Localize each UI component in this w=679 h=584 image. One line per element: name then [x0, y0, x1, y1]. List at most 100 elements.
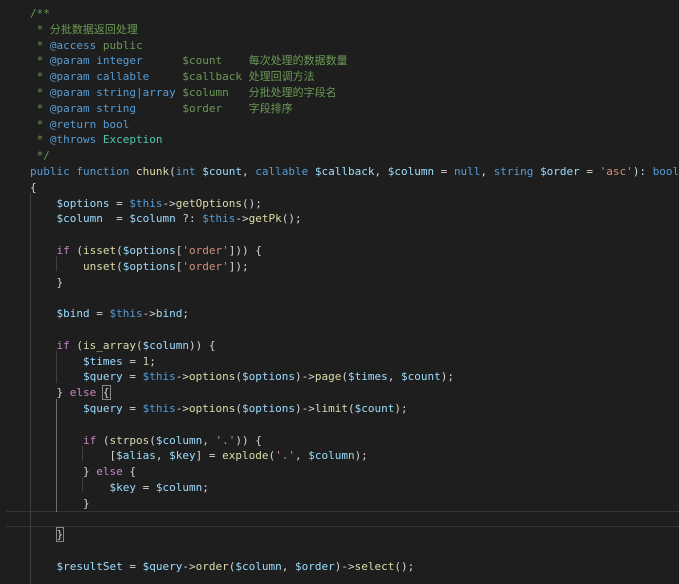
- code-line[interactable]: $query = $this->options($options)->limit…: [0, 401, 679, 417]
- code-line[interactable]: [$alias, $key] = explode('.', $column);: [0, 448, 679, 464]
- punctuation-token: [30, 212, 57, 225]
- function-token: limit: [314, 401, 348, 415]
- doc-tag-token: @param: [49, 70, 90, 84]
- punctuation-token: ();: [241, 196, 262, 210]
- code-line[interactable]: * @access public: [0, 38, 679, 54]
- punctuation-token: (: [116, 259, 123, 273]
- punctuation-token: }: [30, 465, 97, 479]
- code-line[interactable]: * @param string|array $column 分批处理的字段名: [0, 85, 679, 101]
- comment-token: */: [30, 149, 50, 163]
- punctuation-token: (: [341, 370, 348, 384]
- punctuation-token: ->: [235, 212, 249, 226]
- comment-token: *: [30, 85, 50, 99]
- code-line[interactable]: * @param callable $callback 处理回调方法: [0, 69, 679, 85]
- punctuation-token: ])) {: [228, 243, 262, 257]
- code-line[interactable]: $key = $column;: [0, 480, 679, 496]
- punctuation-token: [30, 355, 83, 368]
- punctuation-token: =: [122, 401, 143, 415]
- keyword-token: bool: [652, 164, 679, 178]
- punctuation-token: =: [579, 164, 600, 178]
- punctuation-token: [30, 370, 83, 383]
- code-line[interactable]: * @return bool: [0, 117, 679, 133]
- variable-token: $options: [56, 196, 110, 210]
- code-line[interactable]: ​: [0, 322, 679, 338]
- code-line[interactable]: $bind = $this->bind;: [0, 306, 679, 322]
- code-line[interactable]: * @param string $order 字段排序: [0, 101, 679, 117]
- punctuation-token: [30, 197, 57, 210]
- doc-tag-token: integer: [96, 54, 143, 68]
- variable-token: $column: [56, 212, 103, 226]
- control-keyword-token: else: [96, 465, 123, 479]
- code-line[interactable]: if (strpos($column, '.')) {: [0, 433, 679, 449]
- code-line[interactable]: unset($options['order']);: [0, 259, 679, 275]
- code-line[interactable]: public function chunk(int $count, callab…: [0, 164, 679, 180]
- code-line[interactable]: if (isset($options['order'])) {: [0, 243, 679, 259]
- function-token: getPk: [248, 212, 282, 226]
- code-line[interactable]: ​: [0, 227, 679, 243]
- comment-token: $callback 处理回调方法: [149, 70, 315, 84]
- code-line[interactable]: $options = $this->getOptions();: [0, 196, 679, 212]
- variable-token: $options: [241, 370, 295, 384]
- variable-token: $query: [82, 370, 123, 384]
- code-line[interactable]: ​: [0, 543, 679, 559]
- code-line[interactable]: }: [0, 275, 679, 291]
- code-editor[interactable]: /** * 分批数据返回处理 * @access public * @param…: [0, 0, 679, 584]
- code-line[interactable]: if (is_array($column)) {: [0, 338, 679, 354]
- code-line[interactable]: */: [0, 148, 679, 164]
- doc-tag-token: string|array: [96, 85, 176, 99]
- code-line[interactable]: }: [0, 527, 679, 543]
- punctuation-token: [308, 165, 315, 178]
- function-token: chunk: [135, 164, 170, 178]
- keyword-token: string: [493, 164, 534, 178]
- punctuation-token: );: [394, 401, 408, 415]
- punctuation-token: ();: [281, 212, 302, 226]
- doc-tag-token: @param: [49, 85, 90, 99]
- code-line[interactable]: $query = $this->options($options)->page(…: [0, 369, 679, 385]
- punctuation-token: )->: [294, 370, 315, 384]
- code-line[interactable]: ​: [0, 417, 679, 433]
- code-line[interactable]: * @param integer $count 每次处理的数据数量: [0, 53, 679, 69]
- doc-tag-token: callable: [96, 70, 150, 84]
- variable-token: $resultSet: [56, 559, 123, 573]
- code-line[interactable]: ​: [0, 512, 679, 528]
- code-line[interactable]: $times = 1;: [0, 354, 679, 370]
- variable-token: $count: [354, 401, 395, 415]
- variable-token: $query: [82, 401, 123, 415]
- punctuation-token: =: [109, 196, 130, 210]
- punctuation-token: ->: [142, 307, 156, 321]
- code-line[interactable]: } else {: [0, 464, 679, 480]
- code-line[interactable]: $resultSet = $query->order($column, $ord…: [0, 559, 679, 575]
- function-token: strpos: [109, 433, 150, 447]
- code-line[interactable]: * @throws Exception: [0, 132, 679, 148]
- doc-tag-token: string: [96, 101, 136, 115]
- string-token: '.': [275, 449, 295, 463]
- code-line[interactable]: ​: [0, 290, 679, 306]
- variable-token: $options: [241, 401, 295, 415]
- doc-tag-token: @param: [49, 54, 90, 68]
- variable-token: $order: [540, 164, 580, 178]
- code-line[interactable]: * 分批数据返回处理: [0, 22, 679, 38]
- comment-token: /**: [30, 7, 50, 20]
- comment-token: *: [30, 70, 50, 84]
- string-token: 'order': [182, 259, 229, 273]
- code-line[interactable]: $column = $column ?: $this->getPk();: [0, 211, 679, 227]
- punctuation-token: [96, 386, 103, 399]
- variable-token: $times: [347, 370, 388, 384]
- code-lines[interactable]: /** * 分批数据返回处理 * @access public * @param…: [0, 6, 679, 584]
- punctuation-token: ,: [202, 433, 216, 447]
- comment-token: * 分批数据返回处理: [30, 22, 138, 36]
- punctuation-token: =: [434, 164, 454, 178]
- variable-token: $column: [129, 212, 176, 226]
- punctuation-token: ->: [175, 370, 189, 384]
- comment-token: $order 字段排序: [136, 101, 293, 115]
- code-line[interactable]: } else {: [0, 385, 679, 401]
- comment-token: $column 分批处理的字段名: [175, 85, 337, 99]
- punctuation-token: ->: [182, 559, 196, 573]
- code-line[interactable]: ​: [0, 575, 679, 584]
- punctuation-token: );: [440, 370, 454, 384]
- keyword-token: $this: [202, 212, 236, 226]
- code-line[interactable]: }: [0, 496, 679, 512]
- code-line[interactable]: /**: [0, 6, 679, 22]
- code-line[interactable]: {: [0, 180, 679, 196]
- punctuation-token: =: [122, 370, 143, 384]
